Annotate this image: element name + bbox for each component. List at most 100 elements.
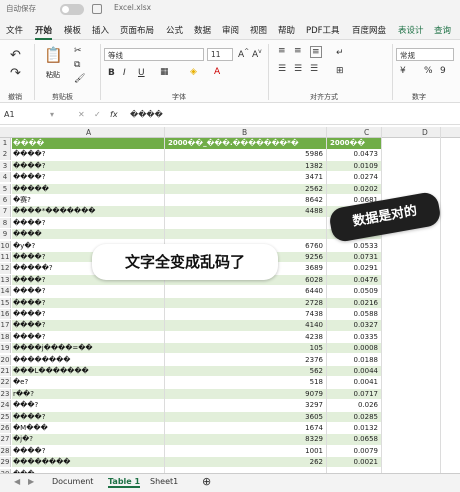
spreadsheet-grid[interactable]: 1 ���� 2000��_���.�������*� 2000�� 2 ����…	[0, 138, 460, 473]
cell-a[interactable]: ����?	[12, 297, 164, 308]
cancel-formula-icon[interactable]: ✕	[78, 110, 85, 119]
cell-a[interactable]: ����	[12, 229, 164, 240]
autosave-toggle[interactable]	[60, 4, 84, 15]
copy-icon[interactable]: ⧉	[74, 60, 80, 70]
cell-b[interactable]: 7438	[164, 309, 326, 319]
column-header-b[interactable]: B	[242, 128, 247, 137]
cell-c[interactable]: 0.0188	[326, 355, 381, 365]
sheet-tab-table1[interactable]: Table 1	[108, 477, 141, 488]
wrap-text-icon[interactable]: ↵	[336, 48, 344, 58]
cell-c[interactable]: 0.0731	[326, 252, 381, 263]
cell-c[interactable]: 0.0109	[326, 160, 381, 171]
cell-a[interactable]: �e?	[12, 377, 164, 387]
menu-page-layout[interactable]: 页面布局	[120, 24, 154, 36]
cell-c[interactable]: 0.0327	[326, 320, 381, 331]
cell-b[interactable]: 5986	[164, 149, 326, 159]
menu-file[interactable]: 文件	[6, 24, 23, 36]
cell-b[interactable]: 3297	[164, 400, 326, 410]
borders-icon[interactable]: ▦	[160, 67, 169, 77]
format-painter-icon[interactable]: 🖌	[74, 74, 85, 84]
cell-b[interactable]: 3471	[164, 172, 326, 182]
row-number[interactable]: 14	[0, 286, 11, 297]
row-number[interactable]: 1	[0, 138, 11, 150]
cell-a[interactable]: ���L�������	[12, 366, 164, 377]
cell-b[interactable]: 3605	[164, 411, 326, 422]
comma-icon[interactable]: 9	[440, 66, 446, 76]
row-number[interactable]: 9	[0, 229, 11, 240]
menu-table-design[interactable]: 表设计	[398, 24, 424, 36]
row-number[interactable]: 5	[0, 183, 11, 194]
menu-view[interactable]: 视图	[250, 24, 267, 36]
align-center-icon[interactable]: ☰	[294, 64, 302, 74]
cell-c[interactable]: 0.0533	[326, 241, 381, 251]
cell-c[interactable]: 0.0274	[326, 172, 381, 182]
prev-sheet-icon[interactable]: ◀	[14, 477, 20, 486]
menu-home[interactable]: 开始	[35, 24, 53, 40]
column-header-a[interactable]: A	[86, 128, 91, 137]
cell-c[interactable]: 0.0044	[326, 366, 381, 377]
menu-baidu-pan[interactable]: 百度网盘	[352, 24, 386, 36]
cell-a[interactable]: ����*�������	[12, 206, 164, 217]
cell-c[interactable]: 0.0216	[326, 297, 381, 308]
sheet-tab-sheet1[interactable]: Sheet1	[150, 477, 178, 486]
cell-a[interactable]: ����?	[12, 411, 164, 422]
cell-a[interactable]: ���?	[12, 400, 164, 410]
undo-icon[interactable]: ↶	[10, 48, 21, 63]
underline-button[interactable]: U	[138, 68, 145, 78]
name-box[interactable]: A1	[4, 110, 15, 119]
bold-button[interactable]: B	[108, 68, 115, 78]
row-number[interactable]: 6	[0, 195, 11, 206]
cell-b[interactable]: 4238	[164, 332, 326, 342]
menu-pdf-tools[interactable]: PDF工具	[306, 24, 340, 36]
menu-help[interactable]: 帮助	[278, 24, 295, 36]
cell-c[interactable]: 0.0717	[326, 388, 381, 399]
column-header-c[interactable]: C	[364, 128, 369, 137]
row-number[interactable]: 11	[0, 252, 11, 263]
font-color-icon[interactable]: A	[214, 67, 220, 77]
currency-icon[interactable]: ¥	[400, 66, 406, 76]
cell-c[interactable]: 0.0335	[326, 332, 381, 342]
cell-a[interactable]: ����?	[12, 309, 164, 319]
menu-data[interactable]: 数据	[194, 24, 211, 36]
header-cell-b[interactable]: 2000��_���.�������*�	[164, 138, 326, 150]
italic-button[interactable]: I	[123, 68, 126, 78]
fill-color-icon[interactable]: ◈	[190, 67, 197, 77]
cell-b[interactable]: 6440	[164, 286, 326, 296]
cell-a[interactable]: �M���	[12, 423, 164, 433]
row-number[interactable]: 26	[0, 423, 11, 434]
menu-review[interactable]: 审阅	[222, 24, 239, 36]
cell-b[interactable]	[164, 229, 326, 240]
cell-b[interactable]: 1001	[164, 446, 326, 456]
row-number[interactable]: 28	[0, 445, 11, 456]
cell-a[interactable]: ����?	[12, 160, 164, 171]
cell-b[interactable]: 105	[164, 343, 326, 354]
row-number[interactable]: 20	[0, 354, 11, 365]
cell-c[interactable]: 0.0509	[326, 286, 381, 296]
paste-icon[interactable]: 📋	[44, 46, 63, 64]
cell-c[interactable]: 0.0021	[326, 457, 381, 468]
formula-input[interactable]: ����	[130, 110, 163, 119]
header-cell-c[interactable]: 2000��	[326, 138, 381, 150]
cell-b[interactable]: 4488	[164, 206, 326, 217]
cell-a[interactable]: ����?	[12, 320, 164, 331]
menu-query[interactable]: 查询	[434, 24, 451, 36]
cut-icon[interactable]: ✂	[74, 46, 82, 56]
number-format-select[interactable]: 常规	[396, 48, 454, 61]
cell-a[interactable]: �赛?	[12, 195, 164, 205]
row-number[interactable]: 16	[0, 309, 11, 320]
cell-c[interactable]: 0.0476	[326, 274, 381, 285]
cell-b[interactable]: 8642	[164, 195, 326, 205]
cell-c[interactable]: 0.0008	[326, 343, 381, 354]
decrease-font-icon[interactable]: Av	[252, 48, 262, 60]
row-number[interactable]: 25	[0, 411, 11, 422]
cell-b[interactable]: 9079	[164, 388, 326, 399]
add-sheet-icon[interactable]: ⊕	[202, 475, 211, 488]
font-size-select[interactable]: 11	[207, 48, 233, 61]
cell-c[interactable]: 0.026	[326, 400, 381, 410]
cell-a[interactable]: �����	[12, 183, 164, 194]
row-number[interactable]: 15	[0, 297, 11, 308]
percent-icon[interactable]: %	[424, 66, 433, 76]
row-number[interactable]: 29	[0, 457, 11, 468]
row-number[interactable]: 19	[0, 343, 11, 354]
cell-a[interactable]: ����?	[12, 172, 164, 182]
